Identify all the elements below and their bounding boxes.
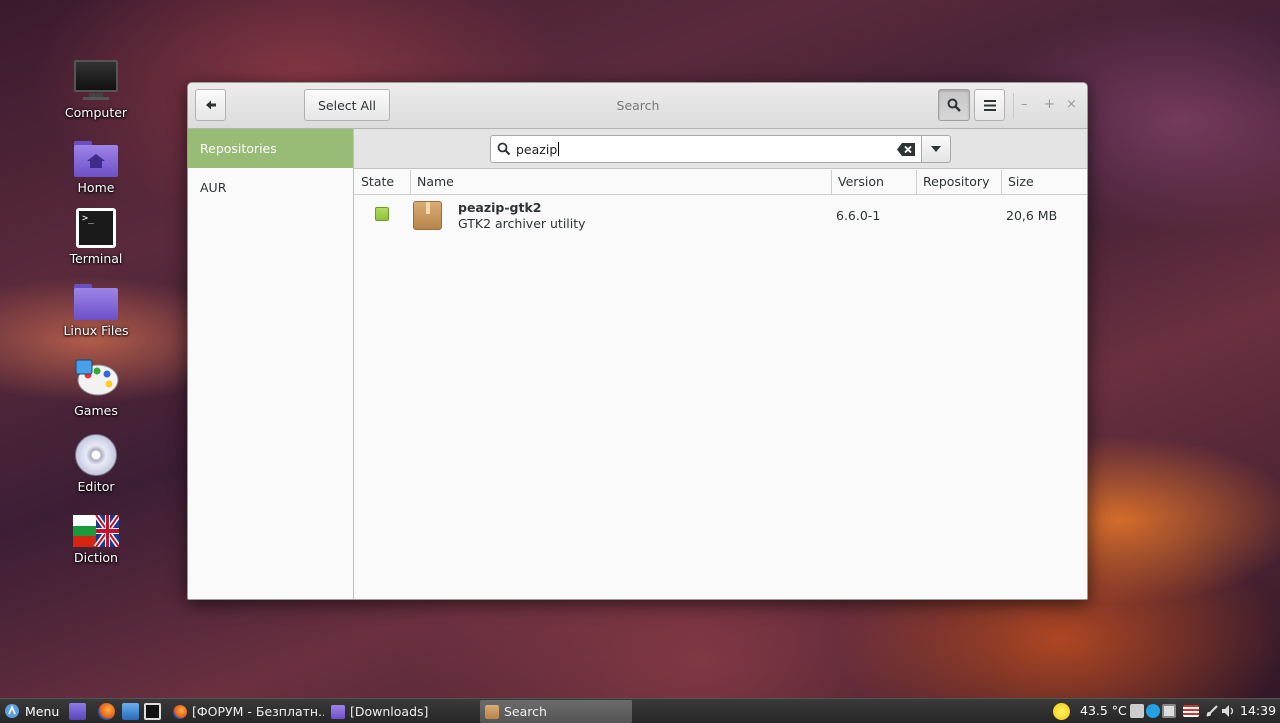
desktop-icon-linux-files[interactable]: Linux Files [56,284,136,338]
desktop-icon-label: Home [77,180,115,195]
search-bar: peazip [354,129,1087,169]
task-label: Search [504,704,547,719]
column-header-size[interactable]: Size [1001,170,1087,195]
clear-text-icon[interactable] [897,143,915,156]
window-title: Search [616,98,660,113]
folder-icon [74,284,118,320]
temperature-readout: 43.5 °C [1080,703,1127,718]
desktop-icon-label: Diction [74,550,118,565]
search-input[interactable]: peazip [490,135,922,163]
games-palette-icon [72,356,120,400]
clipboard-icon[interactable] [1162,704,1176,718]
table-row[interactable]: peazip-gtk2 GTK2 archiver utility 6.6.0-… [354,196,1087,236]
start-menu-label: Menu [25,703,60,719]
maximize-button[interactable]: + [1044,97,1055,112]
sidebar: Repositories AUR [188,129,354,599]
minimize-button[interactable]: – [1021,97,1028,112]
desktop-icon-label: Terminal [69,251,123,266]
state-installed-checkbox[interactable] [375,207,389,221]
skype-icon[interactable] [1146,704,1160,718]
sidebar-item-repositories[interactable]: Repositories [188,129,353,168]
menu-logo-icon [5,704,19,718]
network-icon[interactable] [1205,704,1219,718]
firefox-icon [173,704,187,719]
home-folder-icon [74,141,118,177]
search-icon [497,142,511,156]
task-downloads-folder[interactable]: [Downloads] [326,700,478,723]
search-icon [947,98,961,112]
desktop-icon-label: Computer [64,105,128,120]
select-all-button[interactable]: Select All [304,89,390,121]
sidebar-item-aur[interactable]: AUR [188,168,353,207]
us-keyboard-layout-icon[interactable] [1183,705,1199,717]
column-header-name[interactable]: Name [410,170,832,195]
clock[interactable]: 14:39 [1240,703,1276,720]
desktop-icon-diction[interactable]: Diction [56,515,136,565]
menu-button[interactable] [974,89,1005,121]
close-button[interactable]: × [1066,97,1077,112]
computer-icon [73,60,119,102]
editor-disc-icon [75,434,117,476]
desktop-icon-editor[interactable]: Editor [56,434,136,494]
volume-icon[interactable] [1221,704,1235,718]
desktop-icon-computer[interactable]: Computer [56,60,136,120]
back-button[interactable] [195,89,226,121]
package-name: peazip-gtk2 [458,200,542,215]
package-version: 6.6.0-1 [836,208,881,223]
folder-icon [331,704,345,719]
chevron-down-icon [931,146,941,152]
column-header-state[interactable]: State [354,170,411,195]
desktop-icon-home[interactable]: Home [56,141,136,195]
package-icon [413,201,442,230]
media-player-icon[interactable] [122,703,139,720]
column-header-repository[interactable]: Repository [916,170,1002,195]
table-header: State Name Version Repository Size [354,170,1087,195]
task-label: [Downloads] [350,704,429,719]
terminal-launcher-icon[interactable] [144,703,161,720]
arrow-left-icon [205,100,216,110]
package-table: State Name Version Repository Size peazi… [354,170,1087,599]
task-forum-browser[interactable]: [ФОРУМ - Безплатн... [168,700,324,723]
header-separator [1013,93,1014,119]
camera-icon[interactable] [1130,704,1144,718]
diction-flags-icon [73,515,119,547]
package-description: GTK2 archiver utility [458,216,586,231]
desktop-icon-terminal[interactable]: >_ Terminal [56,208,136,266]
desktop-icon-games[interactable]: Games [56,356,136,418]
desktop-icon-label: Games [74,403,118,418]
terminal-icon: >_ [76,208,116,248]
firefox-launcher-icon[interactable] [98,703,115,720]
search-options-dropdown[interactable] [921,135,951,163]
column-header-version[interactable]: Version [831,170,917,195]
search-input-text: peazip [516,142,560,157]
weather-sun-icon[interactable] [1053,703,1070,720]
desktop-icon-label: Linux Files [63,323,129,338]
start-menu-button[interactable]: Menu [4,703,59,719]
show-desktop-icon[interactable] [69,703,86,720]
hamburger-menu-icon [983,99,996,111]
package-size: 20,6 MB [1006,208,1058,223]
package-manager-window: Select All Search – + × Repositories AUR… [187,82,1088,600]
package-icon [485,704,499,719]
desktop-icon-label: Editor [77,479,115,494]
task-search-window[interactable]: Search [480,700,632,723]
search-toggle-button[interactable] [938,89,970,121]
task-label: [ФОРУМ - Безплатн... [192,704,324,719]
header-bar: Select All Search – + × [188,83,1087,129]
taskbar: Menu [ФОРУМ - Безплатн... [Downloads] Se… [0,698,1280,723]
